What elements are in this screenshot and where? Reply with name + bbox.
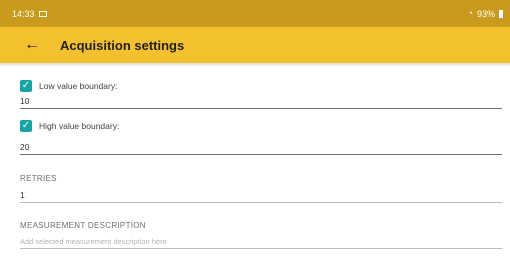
high-boundary-row: ✓ High value boundary: [20,119,502,133]
low-boundary-input[interactable]: 10 [20,93,502,109]
status-time: 14:33 [12,8,35,19]
retries-label: RETRIES [20,174,57,183]
high-boundary-input[interactable]: 20 [20,139,502,155]
high-boundary-checkbox[interactable]: ✓ [20,120,32,132]
check-icon: ✓ [21,120,31,131]
measurement-description-placeholder: Add selected measurement description her… [20,237,167,246]
measurement-description-section: MEASUREMENT DESCRIPTION [20,215,502,233]
battery-icon [499,9,503,18]
wifi-icon: ◔ [467,8,473,18]
page-title: Acquisition settings [60,37,185,53]
low-boundary-label: Low value boundary: [39,81,118,91]
battery-percentage: 93% [476,8,495,19]
low-boundary-checkbox[interactable]: ✓ [20,80,32,92]
retries-input[interactable]: 1 [20,187,502,203]
measurement-description-input[interactable]: Add selected measurement description her… [20,233,502,249]
high-boundary-value: 20 [20,142,30,152]
status-bar: 14:33 ◔ 93% [0,0,510,27]
app-bar-shadow [0,63,510,67]
high-boundary-label: High value boundary: [39,121,120,131]
app-bar: ← Acquisition settings [0,27,510,63]
status-right: ◔ 93% [468,9,503,19]
status-left: 14:33 [12,9,47,19]
check-icon: ✓ [21,80,31,91]
low-boundary-value: 10 [20,96,30,106]
measurement-description-label: MEASUREMENT DESCRIPTION [20,221,146,230]
retries-value: 1 [20,190,25,200]
low-boundary-row: ✓ Low value boundary: [20,79,502,93]
screenshot-icon [38,10,47,17]
retries-section: RETRIES [20,168,502,186]
back-button[interactable]: ← [24,36,40,53]
arrow-left-icon: ← [24,36,40,53]
